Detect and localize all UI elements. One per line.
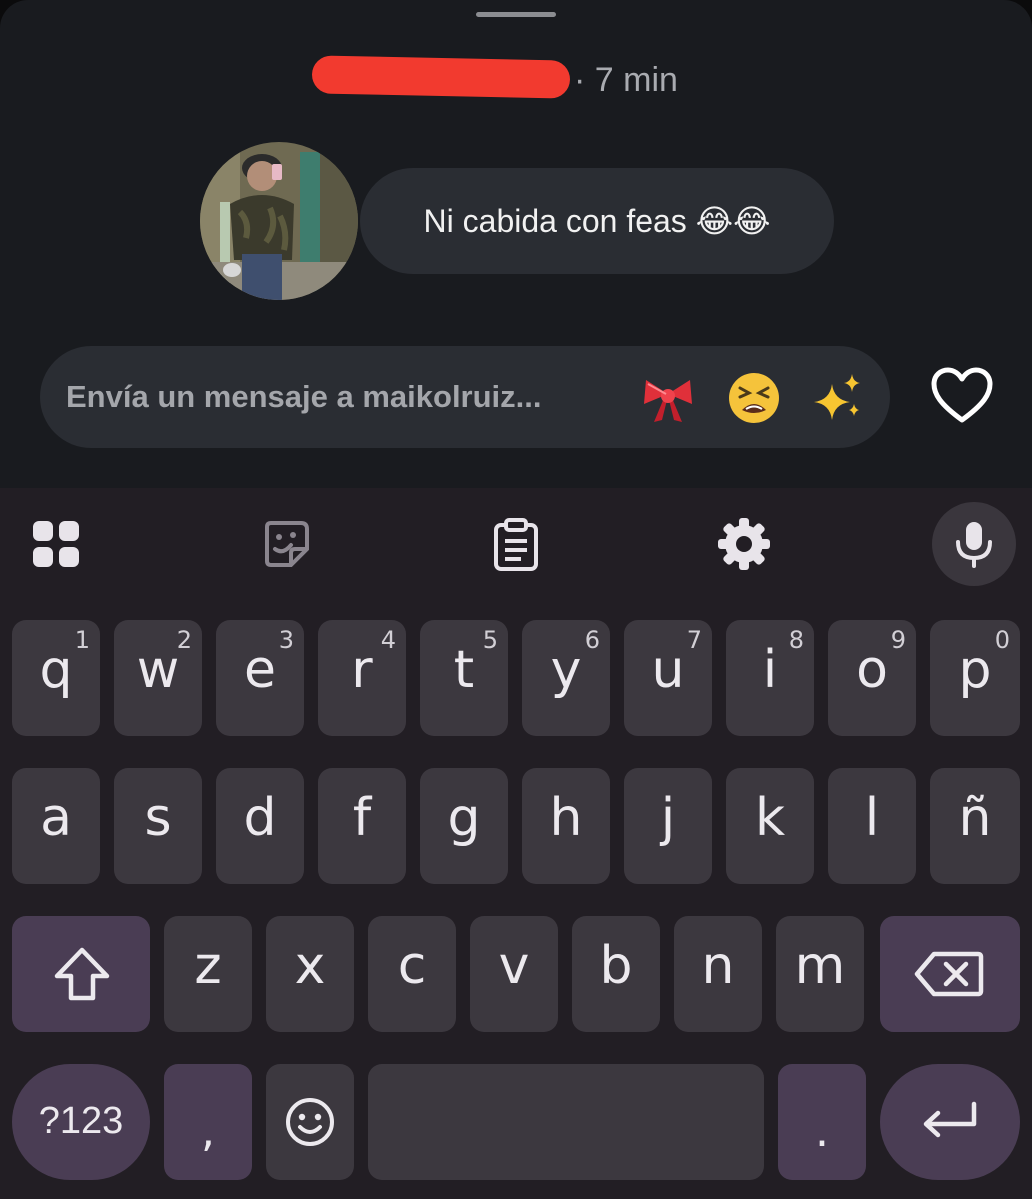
key-r[interactable]: 4 r — [318, 620, 406, 736]
voice-input-button[interactable] — [932, 502, 1016, 586]
key-label: y — [550, 640, 582, 700]
key-n-tilde[interactable]: ñ — [930, 768, 1020, 884]
key-c[interactable]: c — [368, 916, 456, 1032]
heart-icon — [931, 367, 993, 423]
on-screen-keyboard: 1 q 2 w 3 e 4 r 5 t 6 y 7 u 8 i 9 o 0 p … — [0, 488, 1032, 1199]
key-label: c — [397, 936, 427, 996]
key-label: s — [144, 788, 172, 848]
key-y[interactable]: 6 y — [522, 620, 610, 736]
key-label: g — [447, 788, 481, 848]
key-label: o — [856, 640, 888, 700]
key-label: e — [244, 640, 276, 700]
backspace-key[interactable] — [880, 916, 1020, 1032]
key-label: m — [794, 936, 846, 996]
key-label: v — [498, 936, 530, 996]
message-timestamp: · 7 min — [574, 61, 678, 99]
sender-avatar[interactable] — [200, 142, 358, 300]
key-x[interactable]: x — [266, 916, 354, 1032]
key-j[interactable]: j — [624, 768, 712, 884]
key-label: ñ — [958, 788, 992, 848]
space-bar[interactable] — [368, 1064, 764, 1180]
key-label: a — [40, 788, 72, 848]
sparkles-icon — [814, 374, 860, 420]
apps-grid-icon — [33, 521, 79, 567]
key-label: z — [194, 936, 222, 996]
key-b[interactable]: b — [572, 916, 660, 1032]
clipboard-icon — [494, 518, 538, 571]
key-o[interactable]: 9 o — [828, 620, 916, 736]
key-label: q — [39, 640, 73, 700]
sticker-button[interactable] — [258, 516, 314, 572]
symbols-key-label: ?123 — [38, 1100, 124, 1142]
redacted-username — [311, 55, 571, 99]
key-u[interactable]: 7 u — [624, 620, 712, 736]
like-heart-button[interactable] — [930, 366, 994, 426]
key-e[interactable]: 3 e — [216, 620, 304, 736]
mic-icon — [956, 522, 992, 568]
key-label: h — [549, 788, 583, 848]
backspace-icon — [914, 951, 984, 997]
smiley-face-icon — [286, 1098, 334, 1146]
key-h[interactable]: h — [522, 768, 610, 884]
tired-face-icon — [729, 373, 779, 423]
key-label: k — [754, 788, 786, 848]
key-g[interactable]: g — [420, 768, 508, 884]
key-s[interactable]: s — [114, 768, 202, 884]
key-label: p — [958, 640, 992, 700]
enter-arrow-icon — [923, 1101, 977, 1138]
period-key[interactable]: . — [778, 1064, 866, 1180]
settings-gear-icon — [718, 518, 770, 570]
sticker-icon — [265, 521, 309, 567]
key-label: w — [136, 640, 180, 700]
sparkles-emoji-button[interactable] — [810, 370, 866, 426]
key-label: j — [660, 788, 676, 848]
settings-button[interactable] — [716, 516, 772, 572]
emoji-key[interactable] — [266, 1064, 354, 1180]
key-label: u — [651, 640, 685, 700]
key-label: r — [351, 640, 373, 700]
message-input-placeholder[interactable]: Envía un mensaje a maikolruiz... — [66, 376, 542, 418]
key-label: i — [762, 640, 778, 700]
key-label: d — [243, 788, 277, 848]
shift-arrow-icon — [54, 947, 110, 1001]
comma-key[interactable]: , — [164, 1064, 252, 1180]
key-v[interactable]: v — [470, 916, 558, 1032]
key-a[interactable]: a — [12, 768, 100, 884]
key-f[interactable]: f — [318, 768, 406, 884]
shift-key[interactable] — [12, 916, 150, 1032]
key-label: t — [453, 640, 475, 700]
key-w[interactable]: 2 w — [114, 620, 202, 736]
key-label: f — [352, 788, 372, 848]
clipboard-button[interactable] — [488, 516, 544, 572]
symbols-key[interactable]: ?123 — [12, 1064, 150, 1180]
ribbon-icon — [644, 380, 692, 422]
message-text: Ni cabida con feas 😂😂 — [423, 203, 771, 239]
key-k[interactable]: k — [726, 768, 814, 884]
key-q[interactable]: 1 q — [12, 620, 100, 736]
key-m[interactable]: m — [776, 916, 864, 1032]
key-d[interactable]: d — [216, 768, 304, 884]
received-message-bubble[interactable]: Ni cabida con feas 😂😂 — [360, 168, 834, 274]
key-label: x — [294, 936, 326, 996]
key-label: . — [815, 1106, 829, 1157]
key-n[interactable]: n — [674, 916, 762, 1032]
key-label: n — [701, 936, 735, 996]
key-l[interactable]: l — [828, 768, 916, 884]
key-label: , — [201, 1106, 215, 1157]
message-sheet: · 7 min Ni cabida con feas 😂😂 Envía un m… — [0, 0, 1032, 488]
key-label: l — [864, 788, 880, 848]
tired-face-emoji-button[interactable] — [726, 370, 782, 426]
key-p[interactable]: 0 p — [930, 620, 1020, 736]
key-label: b — [599, 936, 633, 996]
enter-key[interactable] — [880, 1064, 1020, 1180]
avatar-photo — [200, 142, 358, 300]
message-composer[interactable]: Envía un mensaje a maikolruiz... — [40, 346, 890, 448]
ribbon-emoji-button[interactable] — [640, 370, 696, 426]
key-t[interactable]: 5 t — [420, 620, 508, 736]
apps-grid-button[interactable] — [28, 516, 84, 572]
key-i[interactable]: 8 i — [726, 620, 814, 736]
sheet-drag-handle[interactable] — [476, 12, 556, 17]
key-z[interactable]: z — [164, 916, 252, 1032]
